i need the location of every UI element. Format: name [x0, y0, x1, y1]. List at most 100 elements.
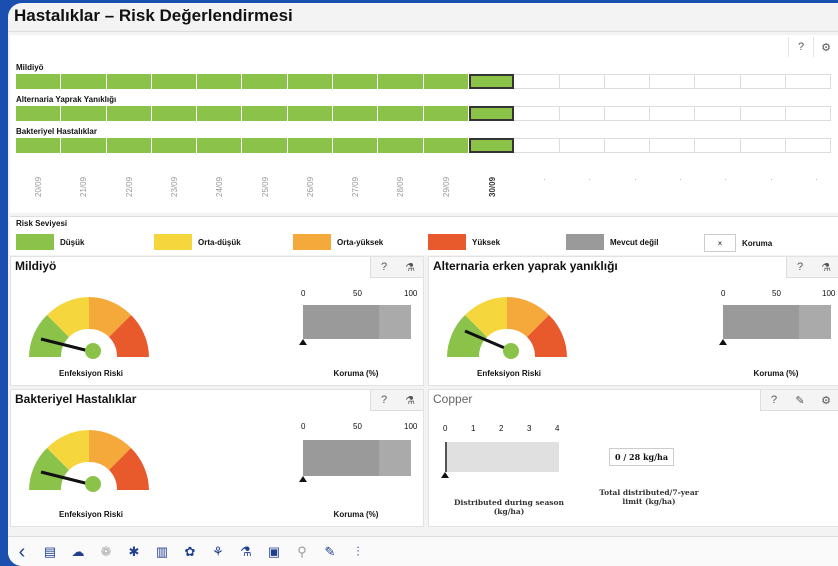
leaf-icon[interactable]: ❁ — [92, 539, 120, 565]
gear-icon[interactable]: ⚙ — [813, 37, 838, 57]
risk-cell[interactable] — [287, 74, 334, 89]
scale-tick: 0 — [721, 289, 726, 298]
gear-icon[interactable]: ⚙ — [813, 390, 838, 410]
risk-cell-empty[interactable] — [786, 138, 832, 153]
plant-icon[interactable]: ⚘ — [204, 539, 232, 565]
risk-cell-empty[interactable] — [604, 74, 651, 89]
search-icon[interactable]: ⚲ — [288, 539, 316, 565]
protection-caption: Koruma (%) — [753, 369, 799, 378]
date-label: 28/09 — [396, 176, 405, 197]
risk-cell[interactable] — [423, 74, 469, 89]
risk-cell[interactable] — [242, 106, 288, 121]
risk-cell-empty[interactable] — [514, 106, 560, 121]
risk-cell-current[interactable] — [468, 74, 515, 89]
fungus-icon[interactable]: ✿ — [176, 539, 204, 565]
risk-cell-empty[interactable] — [695, 74, 741, 89]
risk-cell[interactable] — [242, 138, 288, 153]
panel-title: Bakteriyel Hastalıklar — [15, 392, 137, 406]
risk-cell-empty[interactable] — [740, 138, 787, 153]
risk-cell-empty[interactable] — [740, 74, 787, 89]
legend-title: Risk Seviyesi — [16, 219, 68, 228]
protection-bar — [299, 440, 411, 482]
risk-cell[interactable] — [16, 74, 62, 89]
risk-cell[interactable] — [287, 106, 334, 121]
risk-cell[interactable] — [197, 106, 243, 121]
risk-cell-empty[interactable] — [604, 106, 651, 121]
risk-cell-empty[interactable] — [604, 138, 651, 153]
risk-cell[interactable] — [61, 74, 107, 89]
risk-cell-current[interactable] — [468, 106, 515, 121]
flask-icon[interactable]: ⚗ — [397, 390, 423, 410]
scale-tick: 1 — [471, 424, 476, 433]
panel-copper: Copper ? ✎ ⚙ 0 1 2 3 4 0 / 28 kg/ha Dist… — [428, 389, 838, 527]
risk-cell-empty[interactable] — [559, 138, 605, 153]
flask-icon[interactable]: ⚗ — [232, 539, 260, 565]
field-icon[interactable]: ▥ — [148, 539, 176, 565]
legend-swatch — [16, 234, 54, 250]
risk-cell[interactable] — [333, 138, 379, 153]
risk-cell[interactable] — [378, 106, 424, 121]
risk-cell-empty[interactable] — [514, 138, 560, 153]
help-icon[interactable]: ? — [761, 390, 787, 410]
risk-cell-empty[interactable] — [740, 106, 787, 121]
risk-cell-empty[interactable] — [650, 138, 696, 153]
bug-icon[interactable]: ✱ — [120, 539, 148, 565]
help-icon[interactable]: ? — [371, 257, 397, 277]
timeline-row-label: Mildiyö — [16, 63, 44, 72]
risk-cell[interactable] — [61, 138, 107, 153]
date-label: 29/09 — [442, 176, 451, 197]
risk-cell-empty[interactable] — [650, 74, 696, 89]
timeline-row — [16, 74, 832, 89]
risk-cell[interactable] — [197, 74, 243, 89]
risk-cell[interactable] — [106, 106, 152, 121]
help-icon[interactable]: ? — [787, 257, 813, 277]
panel-tools: ? ⚗ — [786, 257, 838, 278]
help-icon[interactable]: ? — [788, 37, 813, 57]
flask-icon[interactable]: ⚗ — [397, 257, 423, 277]
risk-cell[interactable] — [61, 106, 107, 121]
panel-title: Mildiyö — [15, 259, 57, 273]
risk-cell-empty[interactable] — [786, 106, 832, 121]
date-label: 25/09 — [261, 176, 270, 197]
risk-cell[interactable] — [378, 74, 424, 89]
risk-cell[interactable] — [197, 138, 243, 153]
risk-cell[interactable] — [16, 138, 62, 153]
risk-cell-empty[interactable] — [695, 106, 741, 121]
back-icon[interactable]: ‹ — [8, 539, 36, 565]
copper-value: 0 / 28 kg/ha — [609, 448, 675, 466]
risk-cell-empty[interactable] — [695, 138, 741, 153]
risk-cell-empty[interactable] — [514, 74, 560, 89]
risk-cell-empty[interactable] — [559, 74, 605, 89]
flask-icon[interactable]: ⚗ — [813, 257, 838, 277]
risk-cell-empty[interactable] — [559, 106, 605, 121]
risk-cell[interactable] — [151, 74, 198, 89]
risk-cell[interactable] — [423, 106, 469, 121]
legend-label: Yüksek — [472, 237, 501, 247]
risk-cell[interactable] — [242, 74, 288, 89]
cloud-icon[interactable]: ☁ — [64, 539, 92, 565]
risk-cell-current[interactable] — [468, 138, 515, 153]
risk-cell[interactable] — [378, 138, 424, 153]
risk-cell[interactable] — [106, 74, 152, 89]
risk-cell[interactable] — [16, 106, 62, 121]
sliders-icon[interactable]: ⫶ — [344, 539, 372, 565]
help-icon[interactable]: ? — [371, 390, 397, 410]
risk-legend: Risk Seviyesi Düşük Orta-düşük Orta-yüks… — [10, 216, 838, 255]
edit-icon[interactable]: ✎ — [316, 539, 344, 565]
risk-cell[interactable] — [106, 138, 152, 153]
document-icon[interactable]: ▤ — [36, 539, 64, 565]
risk-cell[interactable] — [333, 106, 379, 121]
panel-tools: ? ⚗ — [370, 257, 423, 278]
legend-item: Orta-yüksek — [293, 234, 383, 250]
risk-cell[interactable] — [333, 74, 379, 89]
risk-cell[interactable] — [423, 138, 469, 153]
risk-cell-empty[interactable] — [650, 106, 696, 121]
grid-icon[interactable]: ▣ — [260, 539, 288, 565]
risk-cell-empty[interactable] — [786, 74, 832, 89]
divider — [8, 31, 838, 32]
pencil-icon[interactable]: ✎ — [787, 390, 813, 410]
copper-bar — [441, 442, 559, 478]
risk-cell[interactable] — [151, 138, 198, 153]
risk-cell[interactable] — [287, 138, 334, 153]
risk-cell[interactable] — [151, 106, 198, 121]
